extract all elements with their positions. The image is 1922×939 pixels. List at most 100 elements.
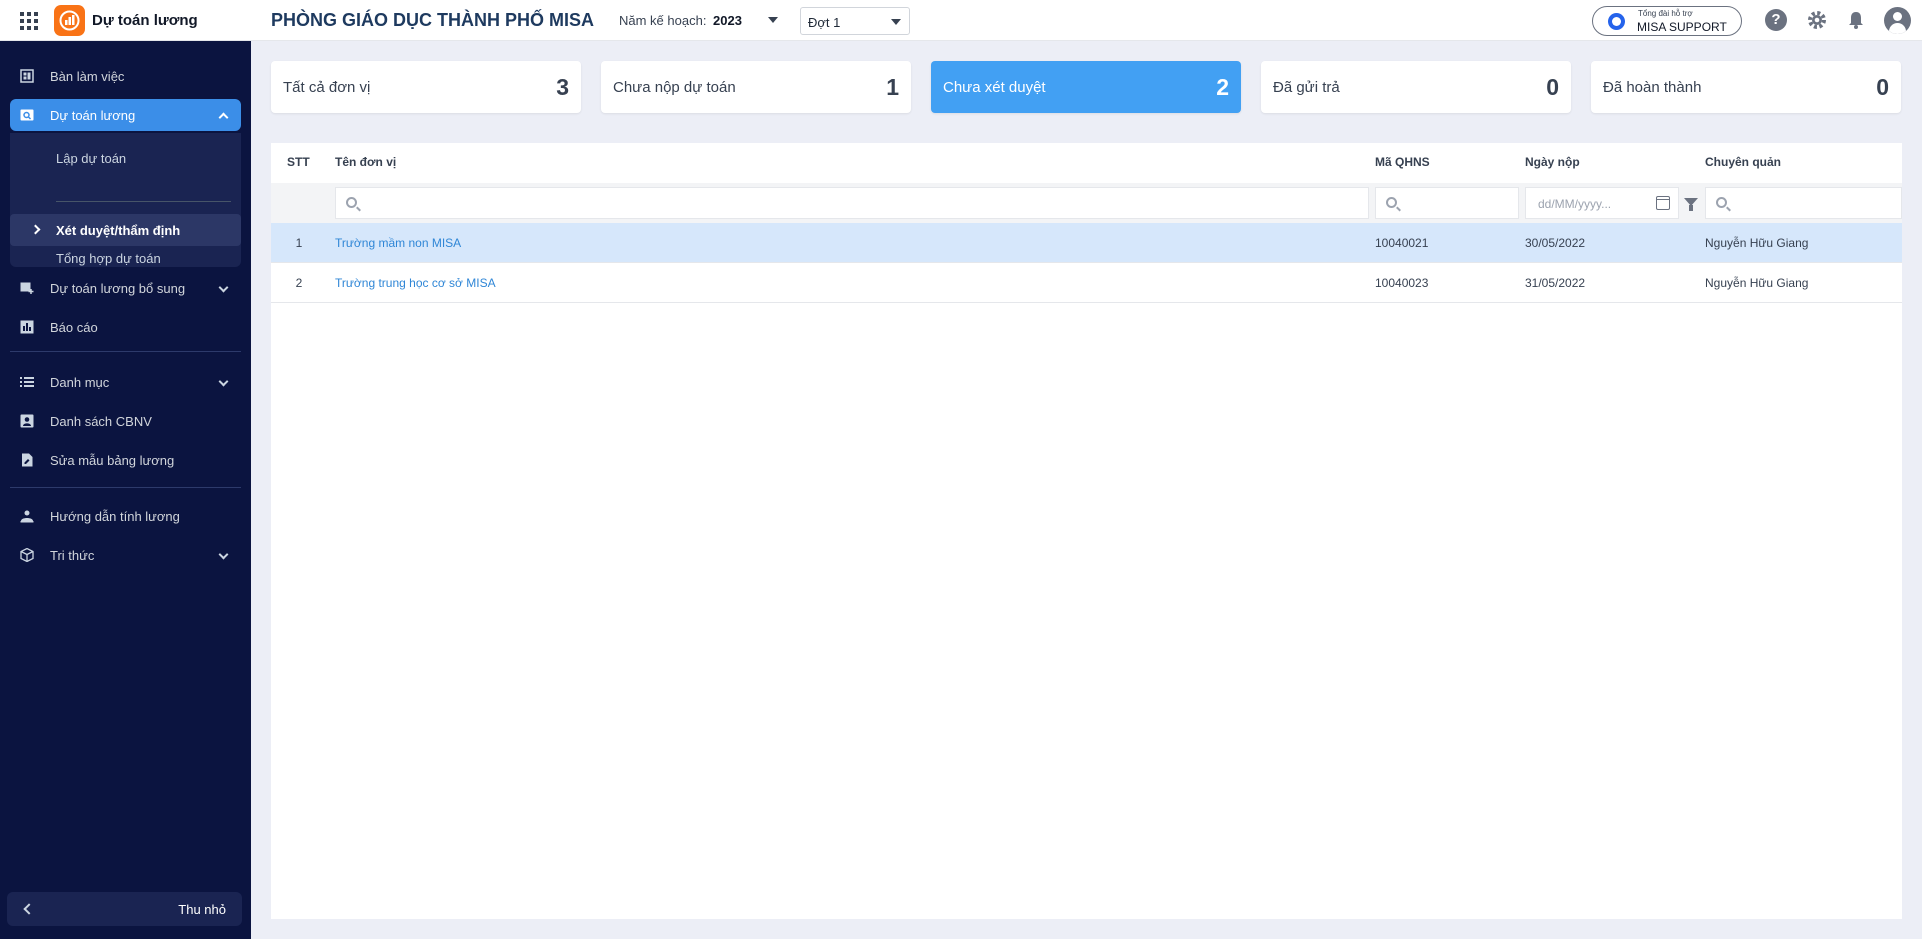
sidebar-item-reports[interactable]: Báo cáo	[10, 311, 241, 343]
budget-search-icon	[20, 109, 34, 121]
subnav-item-label: Xét duyệt/thẩm định	[56, 223, 181, 238]
top-header: Dự toán lương PHÒNG GIÁO DỤC THÀNH PHỐ M…	[0, 0, 1922, 41]
subnav-item-label: Lập dự toán	[56, 151, 127, 166]
chevron-down-icon[interactable]	[768, 17, 778, 23]
stat-card-count: 2	[1216, 74, 1229, 100]
row-stt: 2	[295, 276, 303, 290]
chevron-right-icon	[30, 224, 41, 235]
table-row[interactable]: 2 Trường trung học cơ sở MISA 10040023 3…	[271, 263, 1902, 303]
main-content: Tất cả đơn vị 3 Chưa nộp dự toán 1 Chưa …	[251, 41, 1922, 939]
app-logo-icon	[54, 5, 85, 36]
qhns-code-filter-input[interactable]	[1375, 187, 1519, 219]
stat-card-all-units[interactable]: Tất cả đơn vị 3	[271, 61, 581, 113]
sidebar-divider	[10, 487, 241, 488]
manager-name: Nguyễn Hữu Giang	[1705, 236, 1809, 250]
stat-card-not-submitted[interactable]: Chưa nộp dự toán 1	[601, 61, 911, 113]
subnav-item-review-approve[interactable]: Xét duyệt/thẩm định	[10, 214, 241, 246]
stat-card-completed[interactable]: Đã hoàn thành 0	[1591, 61, 1901, 113]
calendar-icon[interactable]	[1656, 196, 1670, 210]
qhns-code: 10040023	[1375, 276, 1429, 290]
sidebar-subnav: Lập dự toán Xét duyệt/thẩm định Tổng hợp…	[10, 133, 241, 267]
submit-date-filter-input[interactable]: dd/MM/yyyy...	[1525, 187, 1679, 219]
submit-date: 30/05/2022	[1525, 236, 1586, 250]
stat-card-returned[interactable]: Đã gửi trả 0	[1261, 61, 1571, 113]
budget-add-icon	[20, 282, 34, 294]
table-row[interactable]: 1 Trường mầm non MISA 10040021 30/05/202…	[271, 223, 1902, 263]
app-grid-icon[interactable]	[20, 12, 38, 30]
stat-card-label: Chưa xét duyệt	[943, 79, 1046, 96]
column-header-qhns-code[interactable]: Mã QHNS	[1375, 155, 1430, 169]
column-header-manager[interactable]: Chuyên quản	[1705, 155, 1781, 169]
column-header-unit-name[interactable]: Tên đơn vị	[335, 155, 396, 169]
sidebar-item-label: Tri thức	[50, 548, 95, 563]
support-label: MISA SUPPORT	[1637, 20, 1727, 34]
collapse-sidebar-label: Thu nhỏ	[178, 902, 226, 917]
filter-row: dd/MM/yyyy...	[271, 183, 1902, 223]
bell-icon[interactable]	[1845, 9, 1867, 31]
sidebar-item-categories[interactable]: Danh mục	[10, 366, 241, 398]
submit-date: 31/05/2022	[1525, 276, 1586, 290]
sidebar-divider	[10, 351, 241, 352]
period-select[interactable]: Đợt 1	[800, 7, 910, 35]
manager-filter-input[interactable]	[1705, 187, 1902, 219]
stat-card-label: Tất cả đơn vị	[283, 79, 371, 96]
knowledge-icon	[20, 548, 34, 562]
chevron-up-icon	[218, 112, 229, 123]
column-header-submit-date[interactable]: Ngày nộp	[1525, 155, 1580, 169]
stat-card-not-reviewed[interactable]: Chưa xét duyệt 2	[931, 61, 1241, 113]
gear-icon[interactable]	[1806, 9, 1828, 31]
sidebar-item-knowledge[interactable]: Tri thức	[10, 539, 241, 571]
stat-card-count: 0	[1876, 74, 1889, 100]
search-icon	[1386, 197, 1397, 208]
sidebar-item-supplementary-budget[interactable]: Dự toán lương bổ sung	[10, 272, 241, 304]
sidebar-item-label: Dự toán lương	[50, 108, 136, 123]
sidebar-item-label: Dự toán lương bổ sung	[50, 281, 186, 296]
guide-icon	[20, 510, 34, 523]
period-select-value: Đợt 1	[808, 15, 841, 30]
stat-card-count: 0	[1546, 74, 1559, 100]
report-icon	[20, 320, 34, 334]
sidebar-item-salary-guide[interactable]: Hướng dẫn tính lương	[10, 500, 241, 532]
unit-name-link[interactable]: Trường trung học cơ sở MISA	[335, 276, 496, 290]
subnav-item-budget-summary[interactable]: Tổng hợp dự toán	[10, 249, 241, 273]
column-header-stt[interactable]: STT	[287, 155, 310, 169]
row-stt: 1	[295, 236, 303, 250]
search-icon	[1716, 197, 1727, 208]
dashboard-icon	[20, 69, 34, 83]
staff-icon	[20, 414, 34, 428]
stat-card-label: Chưa nộp dự toán	[613, 79, 736, 96]
organization-title: PHÒNG GIÁO DỤC THÀNH PHỐ MISA	[271, 10, 595, 30]
date-placeholder: dd/MM/yyyy...	[1538, 197, 1612, 211]
stat-card-label: Đã gửi trả	[1273, 79, 1340, 96]
sidebar: Bàn làm việc Dự toán lương Lập dự toán X…	[0, 41, 251, 939]
subnav-item-create-budget[interactable]: Lập dự toán	[10, 142, 241, 174]
sidebar-item-edit-salary-template[interactable]: Sửa mẫu bảng lương	[10, 444, 241, 476]
sidebar-item-label: Danh mục	[50, 375, 110, 390]
help-icon[interactable]: ?	[1765, 9, 1787, 31]
unit-name-filter-input[interactable]	[335, 187, 1369, 219]
subnav-divider	[56, 201, 231, 202]
collapse-sidebar-button[interactable]: Thu nhỏ	[7, 892, 242, 926]
chevron-down-icon	[891, 19, 901, 25]
phone-icon	[1608, 13, 1625, 30]
app-name: Dự toán lương	[92, 12, 198, 29]
sidebar-item-label: Báo cáo	[50, 320, 98, 335]
manager-name: Nguyễn Hữu Giang	[1705, 276, 1809, 290]
search-icon	[346, 197, 357, 208]
stat-card-count: 3	[556, 74, 569, 100]
sidebar-item-dashboard[interactable]: Bàn làm việc	[10, 60, 241, 92]
sidebar-item-label: Sửa mẫu bảng lương	[50, 453, 175, 468]
sidebar-item-salary-budget[interactable]: Dự toán lương	[10, 99, 241, 131]
units-table: STT Tên đơn vị Mã QHNS Ngày nộp Chuyên q…	[271, 143, 1902, 919]
list-icon	[20, 377, 34, 387]
sidebar-item-label: Hướng dẫn tính lương	[50, 509, 180, 524]
filter-icon[interactable]	[1684, 198, 1698, 211]
unit-name-link[interactable]: Trường mầm non MISA	[335, 236, 461, 250]
chevron-down-icon	[218, 376, 229, 387]
support-button[interactable]: Tổng đài hỗ trợ MISA SUPPORT	[1592, 6, 1742, 36]
avatar[interactable]	[1884, 7, 1911, 34]
qhns-code: 10040021	[1375, 236, 1429, 250]
sidebar-item-staff-list[interactable]: Danh sách CBNV	[10, 405, 241, 437]
stat-card-count: 1	[886, 74, 899, 100]
plan-year-select[interactable]: 2023	[713, 13, 742, 28]
